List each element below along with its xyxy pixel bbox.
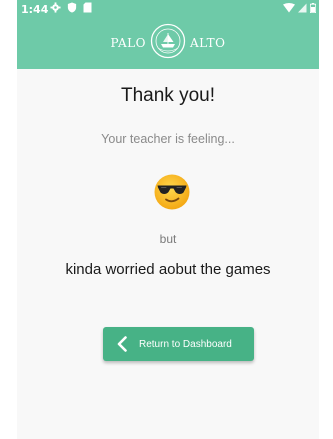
battery-icon bbox=[309, 3, 317, 16]
app-header: 1:44 PALO ALTO bbox=[17, 0, 319, 69]
signal-icon bbox=[298, 3, 307, 16]
feeling-prompt: Your teacher is feeling... bbox=[101, 132, 235, 146]
cool-sunglasses-face-icon bbox=[153, 173, 191, 211]
school-seal-icon bbox=[150, 23, 186, 63]
teacher-message: kinda worried aobut the games bbox=[65, 261, 271, 278]
thank-you-panel: Thank you! Your teacher is feeling... bu… bbox=[17, 69, 319, 439]
chevron-left-icon bbox=[114, 336, 130, 352]
status-icons-right bbox=[283, 3, 317, 16]
app-logo: PALO ALTO bbox=[17, 23, 319, 63]
shield-icon bbox=[67, 2, 77, 16]
return-to-dashboard-button[interactable]: Return to Dashboard bbox=[103, 327, 254, 361]
logo-text-left: PALO bbox=[110, 36, 146, 50]
app-screen: 1:44 PALO ALTO Thank you! Your teacher i… bbox=[17, 0, 319, 439]
status-time: 1:44 bbox=[21, 3, 49, 16]
page-title: Thank you! bbox=[121, 85, 215, 106]
sd-card-icon bbox=[83, 2, 92, 16]
status-icons-left bbox=[50, 2, 92, 16]
status-bar: 1:44 bbox=[17, 0, 319, 22]
wifi-icon bbox=[283, 3, 295, 16]
return-button-label: Return to Dashboard bbox=[139, 338, 232, 350]
settings-icon bbox=[50, 2, 61, 16]
conjunction-text: but bbox=[159, 232, 177, 246]
logo-text-right: ALTO bbox=[189, 36, 226, 50]
